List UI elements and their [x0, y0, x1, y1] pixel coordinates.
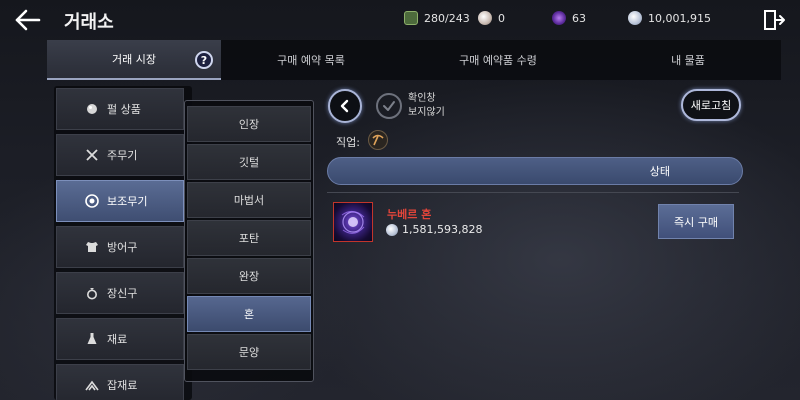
subcategory-seal[interactable]: 인장	[187, 106, 311, 142]
potion-icon	[85, 332, 99, 346]
category-label: 잡재료	[107, 379, 138, 392]
pearl-icon	[85, 102, 99, 116]
confirm-line-1: 확인창	[408, 93, 436, 104]
pearl-stat: 0	[478, 10, 505, 26]
subcategory-feather[interactable]: 깃털	[187, 144, 311, 180]
chevron-left-icon	[340, 99, 349, 113]
subcategory-soul[interactable]: 혼	[187, 296, 311, 332]
page-title: 거래소	[64, 12, 114, 33]
subcategory-label: 인장	[238, 118, 260, 131]
refresh-button[interactable]: 새로고침	[681, 89, 741, 121]
subcategory-cannonball[interactable]: 포탄	[187, 220, 311, 256]
crystal-stat: 63	[552, 10, 586, 26]
checkmark-icon	[383, 101, 395, 111]
category-label: 장신구	[107, 287, 138, 300]
category-accessory[interactable]: 장신구	[56, 272, 184, 314]
armor-icon	[85, 240, 99, 254]
energy-value: 280/243	[424, 11, 470, 25]
top-bar: 거래소 280/243 0 63 10,001,915	[0, 0, 800, 40]
category-panel: 펄 상품 주무기 보조무기 방어구 장신구 재료 잡재료	[54, 86, 192, 400]
tab-market[interactable]: 거래 시장 ?	[47, 40, 221, 80]
silver-stat: 10,001,915	[628, 10, 711, 26]
subcategory-label: 혼	[243, 308, 255, 321]
exit-door-icon[interactable]	[762, 8, 786, 32]
category-sub-weapon[interactable]: 보조무기	[56, 180, 184, 222]
category-pearl-items[interactable]: 펄 상품	[56, 88, 184, 130]
subcategory-panel: 인장 깃털 마법서 포탄 완장 혼 문양	[184, 100, 314, 382]
silver-icon	[628, 11, 642, 25]
subcategory-label: 포탄	[238, 232, 260, 245]
item-thumbnail[interactable]	[333, 202, 373, 242]
tab-market-label: 거래 시장	[112, 53, 156, 66]
tab-reservation-list[interactable]: 구매 예약 목록	[221, 40, 401, 80]
category-main-weapon[interactable]: 주무기	[56, 134, 184, 176]
soul-orb-icon	[341, 211, 365, 234]
help-icon[interactable]: ?	[195, 51, 213, 69]
instant-buy-button[interactable]: 즉시 구매	[658, 204, 734, 239]
category-label: 주무기	[107, 149, 138, 162]
category-label: 방어구	[107, 241, 138, 254]
category-misc-material[interactable]: 잡재료	[56, 364, 184, 400]
silver-value: 10,001,915	[648, 11, 711, 25]
back-arrow-icon[interactable]	[12, 6, 42, 34]
job-filter-label: 직업:	[336, 136, 360, 149]
tab-reservation-list-label: 구매 예약 목록	[277, 54, 345, 67]
pickaxe-icon[interactable]	[368, 130, 388, 150]
energy-stat: 280/243	[404, 10, 470, 26]
crystal-icon	[552, 11, 566, 25]
crystal-value: 63	[572, 11, 586, 25]
tab-bar: 거래 시장 ? 구매 예약 목록 구매 예약품 수령 내 물품	[47, 40, 781, 80]
tab-reservation-receive[interactable]: 구매 예약품 수령	[401, 40, 595, 80]
category-armor[interactable]: 방어구	[56, 226, 184, 268]
status-column-header[interactable]: 상태	[327, 157, 743, 185]
pearl-value: 0	[498, 11, 505, 25]
category-label: 재료	[107, 333, 128, 346]
tab-reservation-receive-label: 구매 예약품 수령	[459, 54, 537, 67]
item-name: 누베르 혼	[387, 208, 432, 221]
ring-icon	[85, 286, 99, 300]
divider	[327, 192, 739, 193]
energy-icon	[404, 11, 418, 25]
misc-icon	[85, 378, 99, 392]
target-icon	[85, 194, 99, 208]
status-header-label: 상태	[649, 165, 670, 178]
subcategory-armband[interactable]: 완장	[187, 258, 311, 294]
subcategory-label: 깃털	[238, 156, 260, 169]
crossed-swords-icon	[85, 148, 99, 162]
tab-my-items[interactable]: 내 물품	[595, 40, 781, 80]
circle-back-button[interactable]	[328, 89, 362, 123]
category-material[interactable]: 재료	[56, 318, 184, 360]
pearl-icon	[478, 11, 492, 25]
confirm-toggle-checkbox[interactable]	[376, 93, 402, 119]
item-price-value: 1,581,593,828	[402, 223, 483, 236]
subcategory-label: 완장	[238, 270, 260, 283]
confirm-toggle-label: 확인창 보지않기	[408, 92, 468, 120]
subcategory-spellbook[interactable]: 마법서	[187, 182, 311, 218]
silver-icon	[386, 223, 398, 236]
subcategory-label: 마법서	[233, 194, 265, 207]
subcategory-pattern[interactable]: 문양	[187, 334, 311, 370]
category-label: 펄 상품	[107, 103, 141, 116]
item-price: 1,581,593,828	[386, 223, 482, 236]
subcategory-label: 문양	[238, 346, 260, 359]
confirm-line-2: 보지않기	[408, 107, 445, 118]
category-label: 보조무기	[107, 195, 148, 208]
tab-my-items-label: 내 물품	[671, 54, 705, 67]
